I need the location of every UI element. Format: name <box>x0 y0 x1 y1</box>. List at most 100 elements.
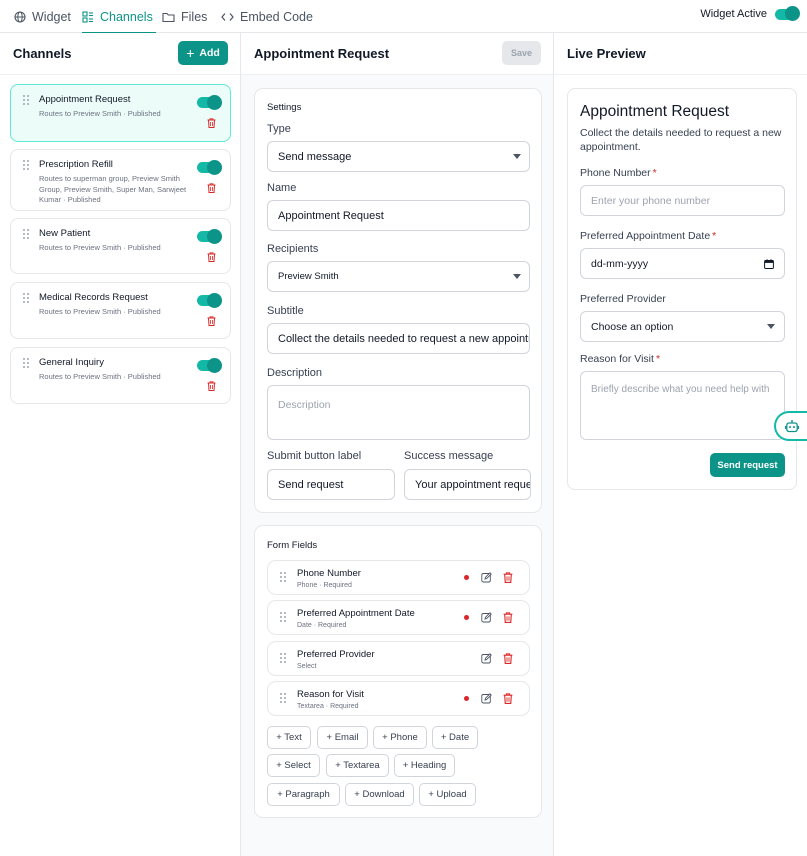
channel-enabled-toggle[interactable] <box>197 292 222 308</box>
add-channel-button[interactable]: + Add <box>178 41 228 65</box>
settings-title: Settings <box>267 102 302 113</box>
widget-active-toggle[interactable] <box>775 6 800 21</box>
tab-files-label: Files <box>181 9 208 24</box>
reason-for-visit-textarea[interactable]: Briefly describe what you need help with <box>580 371 785 440</box>
trash-icon[interactable] <box>207 381 216 391</box>
form-field-row-reason-for-visit[interactable]: Reason for Visit Textarea · Required <box>267 681 530 716</box>
add-text-field-button[interactable]: + Text <box>267 726 311 749</box>
channel-enabled-toggle[interactable] <box>197 159 222 175</box>
appointment-date-input[interactable]: dd-mm-yyyy <box>580 248 785 279</box>
type-select[interactable]: Send message <box>267 141 530 172</box>
channel-enabled-toggle[interactable] <box>197 357 222 373</box>
drag-handle-icon[interactable] <box>23 229 29 239</box>
calendar-icon[interactable] <box>764 259 774 269</box>
drag-handle-icon[interactable] <box>23 358 29 368</box>
channel-enabled-toggle[interactable] <box>197 228 222 244</box>
add-date-field-button[interactable]: + Date <box>432 726 478 749</box>
add-textarea-field-button[interactable]: + Textarea <box>326 754 389 777</box>
channels-icon <box>82 10 93 23</box>
add-upload-field-button[interactable]: + Upload <box>419 783 476 806</box>
add-heading-field-button[interactable]: + Heading <box>394 754 455 777</box>
channel-enabled-toggle[interactable] <box>197 94 222 110</box>
top-nav: Widget Channels Files Embed Code Widget … <box>0 0 807 34</box>
live-preview-panel: Live Preview Appointment Request Collect… <box>554 33 807 856</box>
phone-number-label: Phone Number * <box>580 167 657 179</box>
channel-subtitle: Routes to superman group, Preview Smith … <box>39 174 187 204</box>
chat-assistant-button[interactable] <box>774 411 807 441</box>
appointment-date-label: Preferred Appointment Date * <box>580 230 716 242</box>
channel-card-appointment-request[interactable]: Appointment Request Routes to Preview Sm… <box>10 84 231 142</box>
edit-icon[interactable] <box>481 612 492 623</box>
form-field-name: Preferred Provider <box>297 649 375 660</box>
trash-icon[interactable] <box>207 316 216 326</box>
required-asterisk: * <box>655 353 661 365</box>
phone-number-placeholder: Enter your phone number <box>591 194 711 207</box>
add-email-field-button[interactable]: + Email <box>317 726 368 749</box>
submit-button-label-label: Submit button label <box>267 450 362 462</box>
trash-icon[interactable] <box>503 653 513 664</box>
robot-icon <box>784 419 799 432</box>
form-field-row-phone-number[interactable]: Phone Number Phone · Required <box>267 560 530 595</box>
drag-handle-icon[interactable] <box>23 95 29 105</box>
add-select-field-button[interactable]: + Select <box>267 754 320 777</box>
name-input[interactable]: Appointment Request <box>267 200 530 231</box>
required-asterisk: * <box>652 167 657 179</box>
send-request-button[interactable]: Send request <box>710 453 785 477</box>
drag-handle-icon[interactable] <box>280 572 286 582</box>
editor-title: Appointment Request <box>254 46 390 61</box>
trash-icon[interactable] <box>207 118 216 128</box>
drag-handle-icon[interactable] <box>280 653 286 663</box>
channel-card-general-inquiry[interactable]: General Inquiry Routes to Preview Smith … <box>10 347 231 404</box>
folder-icon <box>162 12 175 22</box>
trash-icon[interactable] <box>207 183 216 193</box>
tab-widget[interactable]: Widget <box>14 0 71 33</box>
form-field-meta: Date · Required <box>297 622 347 629</box>
required-indicator <box>464 696 469 701</box>
form-field-row-preferred-provider[interactable]: Preferred Provider Select <box>267 641 530 676</box>
recipients-select[interactable]: Preview Smith <box>267 261 530 292</box>
widget-active-label: Widget Active <box>700 8 767 20</box>
chevron-down-icon <box>767 324 775 329</box>
form-field-meta: Phone · Required <box>297 582 352 589</box>
add-download-field-button[interactable]: + Download <box>345 783 414 806</box>
drag-handle-icon[interactable] <box>280 612 286 622</box>
drag-handle-icon[interactable] <box>23 160 29 170</box>
drag-handle-icon[interactable] <box>23 293 29 303</box>
edit-icon[interactable] <box>481 693 492 704</box>
edit-icon[interactable] <box>481 572 492 583</box>
save-button[interactable]: Save <box>502 41 541 65</box>
drag-handle-icon[interactable] <box>280 693 286 703</box>
edit-icon[interactable] <box>481 653 492 664</box>
type-value: Send message <box>278 150 352 163</box>
channel-name: General Inquiry <box>39 357 104 368</box>
add-channel-label: Add <box>199 47 220 59</box>
trash-icon[interactable] <box>207 252 216 262</box>
preview-header: Live Preview <box>554 33 807 75</box>
chevron-down-icon <box>513 154 521 159</box>
preferred-provider-select[interactable]: Choose an option <box>580 311 785 342</box>
channel-editor-panel: Appointment Request Save Settings Type S… <box>241 33 554 856</box>
widget-active-control: Widget Active <box>700 6 800 21</box>
subtitle-input[interactable]: Collect the details needed to request a … <box>267 323 530 354</box>
tab-files[interactable]: Files <box>162 0 207 33</box>
success-message-input[interactable]: Your appointment request has been sent. <box>404 469 531 500</box>
reason-for-visit-placeholder: Briefly describe what you need help with <box>591 384 770 395</box>
phone-number-input[interactable]: Enter your phone number <box>580 185 785 216</box>
channel-card-new-patient[interactable]: New Patient Routes to Preview Smith · Pu… <box>10 218 231 274</box>
channel-card-prescription-refill[interactable]: Prescription Refill Routes to superman g… <box>10 149 231 211</box>
add-phone-field-button[interactable]: + Phone <box>373 726 427 749</box>
form-field-row-preferred-appointment-date[interactable]: Preferred Appointment Date Date · Requir… <box>267 600 530 635</box>
form-field-meta: Select <box>297 663 317 670</box>
submit-button-label-input[interactable]: Send request <box>267 469 395 500</box>
description-textarea[interactable]: Description <box>267 385 530 440</box>
tab-channels[interactable]: Channels <box>82 0 156 34</box>
trash-icon[interactable] <box>503 612 513 623</box>
channel-card-medical-records-request[interactable]: Medical Records Request Routes to Previe… <box>10 282 231 339</box>
trash-icon[interactable] <box>503 572 513 583</box>
add-paragraph-field-button[interactable]: + Paragraph <box>267 783 340 806</box>
channel-subtitle: Routes to Preview Smith · Published <box>39 372 161 381</box>
appointment-date-placeholder: dd-mm-yyyy <box>591 257 649 270</box>
tab-embed-code[interactable]: Embed Code <box>221 0 313 33</box>
trash-icon[interactable] <box>503 693 513 704</box>
preview-form-title: Appointment Request <box>580 103 730 120</box>
